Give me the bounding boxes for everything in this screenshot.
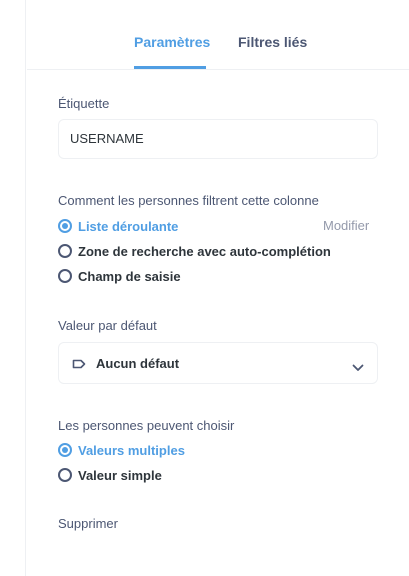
chevron-down-icon bbox=[352, 359, 364, 377]
tab-bar: Paramètres Filtres liés bbox=[27, 0, 409, 70]
delete-button[interactable]: Supprimer bbox=[58, 516, 118, 531]
radio-option-input-field[interactable]: Champ de saisie bbox=[58, 267, 181, 285]
radio-checked-icon bbox=[58, 443, 72, 457]
radio-unchecked-icon bbox=[58, 269, 72, 283]
radio-label: Champ de saisie bbox=[78, 268, 181, 284]
radio-label: Zone de recherche avec auto-complétion bbox=[78, 243, 331, 259]
label-input[interactable]: USERNAME bbox=[58, 119, 378, 159]
left-panel-edge bbox=[0, 0, 26, 576]
label-field-title: Étiquette bbox=[58, 96, 110, 111]
radio-option-single-value[interactable]: Valeur simple bbox=[58, 466, 162, 484]
radio-unchecked-icon bbox=[58, 244, 72, 258]
radio-option-search-autocomplete[interactable]: Zone de recherche avec auto-complétion bbox=[58, 242, 331, 260]
filter-type-title: Comment les personnes filtrent cette col… bbox=[58, 193, 319, 208]
radio-label: Valeurs multiples bbox=[78, 442, 185, 458]
tab-parameters[interactable]: Paramètres bbox=[134, 34, 210, 50]
tag-icon bbox=[72, 357, 86, 375]
parameter-sidebar: Paramètres Filtres liés Étiquette USERNA… bbox=[27, 0, 409, 576]
radio-checked-icon bbox=[58, 219, 72, 233]
radio-label: Liste déroulante bbox=[78, 218, 179, 234]
default-value-text: Aucun défaut bbox=[96, 356, 180, 371]
default-value-select[interactable]: Aucun défaut bbox=[58, 342, 378, 384]
radio-option-multiple-values[interactable]: Valeurs multiples bbox=[58, 441, 185, 459]
modify-link[interactable]: Modifier bbox=[323, 218, 369, 233]
choice-mode-title: Les personnes peuvent choisir bbox=[58, 418, 235, 433]
active-tab-indicator bbox=[134, 66, 206, 69]
radio-label: Valeur simple bbox=[78, 467, 162, 483]
tab-linked-filters[interactable]: Filtres liés bbox=[238, 34, 307, 50]
default-value-title: Valeur par défaut bbox=[58, 318, 157, 333]
radio-option-dropdown-list[interactable]: Liste déroulante bbox=[58, 217, 178, 235]
radio-unchecked-icon bbox=[58, 468, 72, 482]
